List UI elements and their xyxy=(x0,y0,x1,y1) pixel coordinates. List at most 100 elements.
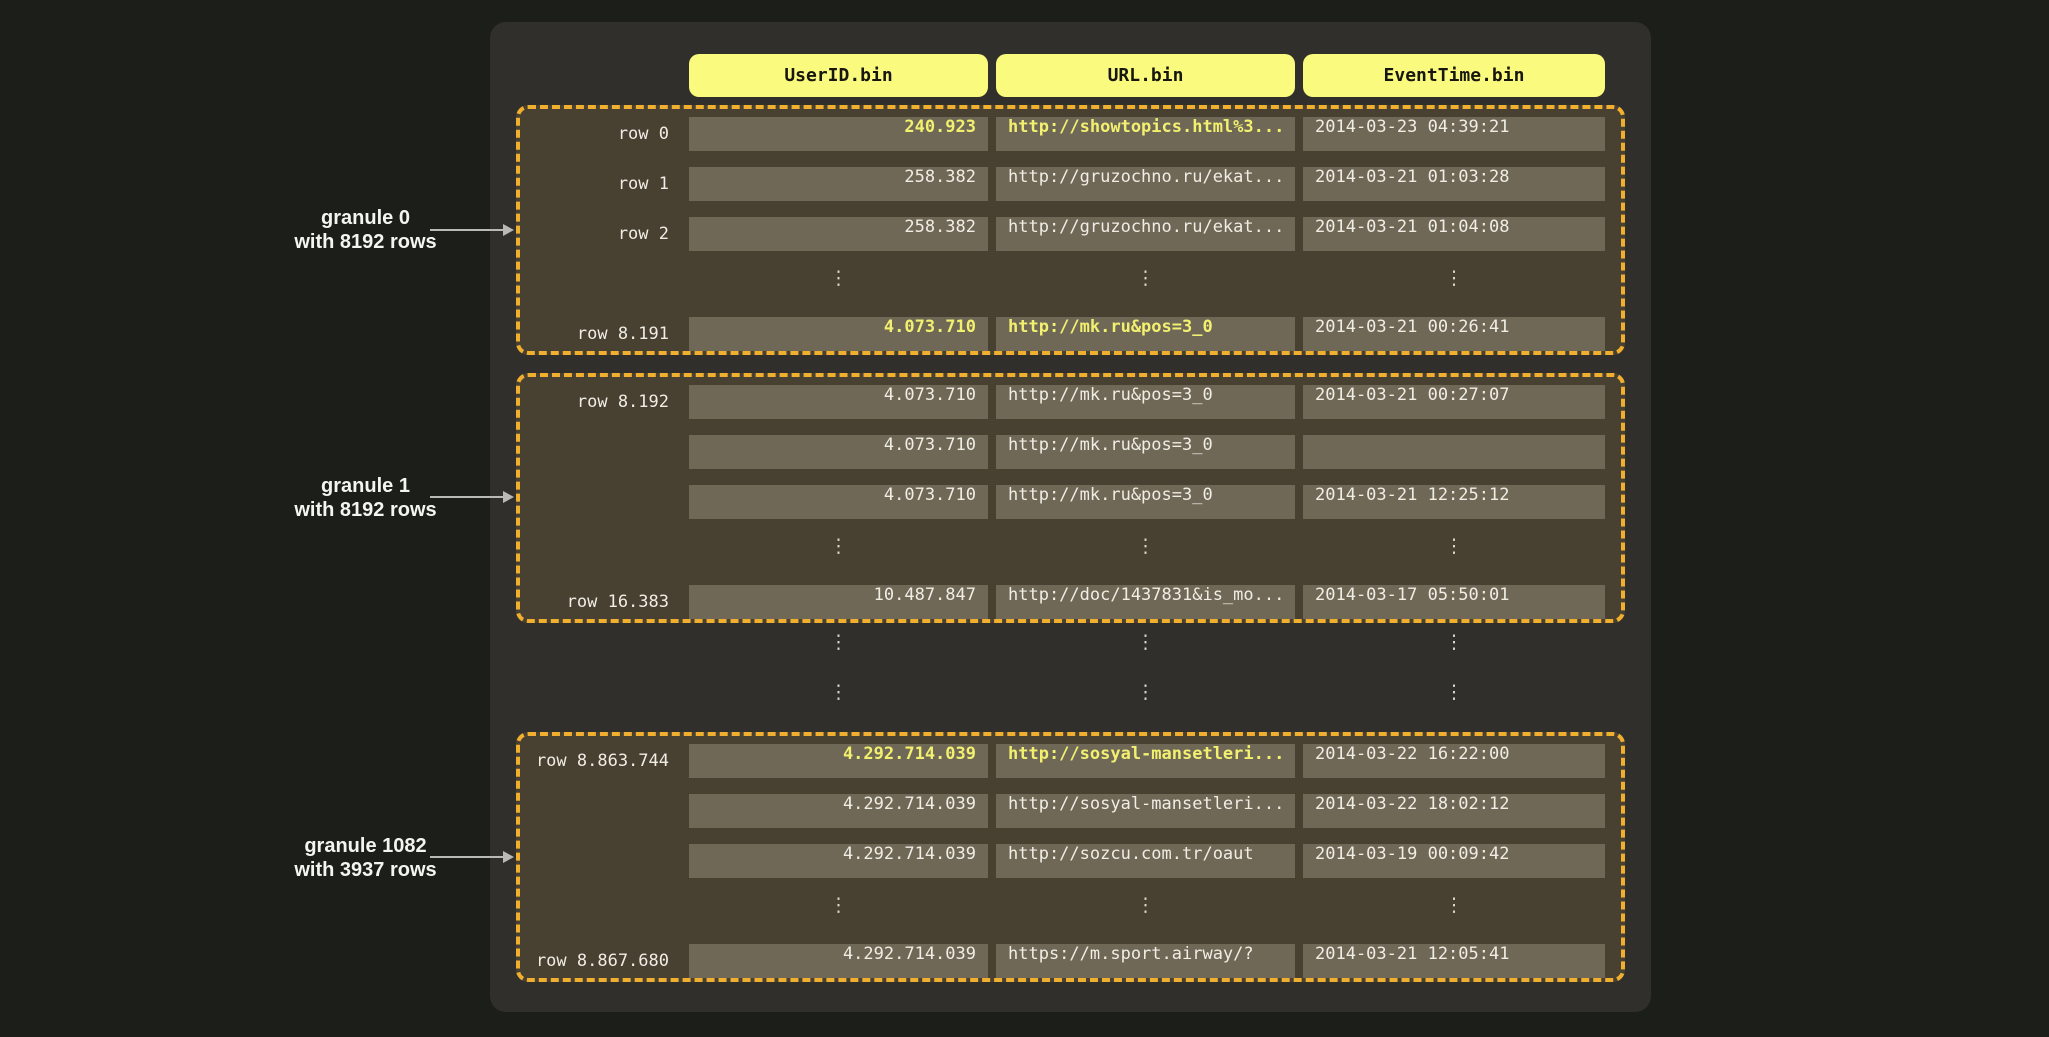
table-row: row 8.1914.073.710http://mk.ru&pos=3_020… xyxy=(520,317,1621,351)
row-label: row 1 xyxy=(520,167,689,201)
row-label-spacer xyxy=(520,894,689,928)
table-row: row 8.867.6804.292.714.039https://m.spor… xyxy=(520,944,1621,978)
row-label: row 8.192 xyxy=(520,385,689,419)
url-cell: http://gruzochno.ru/ekat... xyxy=(996,217,1295,251)
row-label: row 8.191 xyxy=(520,317,689,351)
table-row: 4.292.714.039http://sosyal-mansetleri...… xyxy=(520,794,1621,828)
arrow-head xyxy=(503,224,514,236)
url-cell: http://showtopics.html%3... xyxy=(996,117,1295,151)
userid-ellipsis-icon: ⋮ xyxy=(689,894,988,928)
url-cell: http://sosyal-mansetleri... xyxy=(996,794,1295,828)
eventtime-cell: 2014-03-22 18:02:12 xyxy=(1303,794,1605,828)
ellipsis-row-granule-0: ⋮⋮⋮ xyxy=(520,267,1621,301)
eventtime-cell: 2014-03-23 04:39:21 xyxy=(1303,117,1605,151)
eventtime-cell: 2014-03-21 00:26:41 xyxy=(1303,317,1605,351)
userid-cell: 4.073.710 xyxy=(689,435,988,469)
userid-ellipsis-icon: ⋮ xyxy=(689,267,988,301)
granule-box-1: row 8.1924.073.710http://mk.ru&pos=3_020… xyxy=(516,373,1625,623)
url-ellipsis-icon: ⋮ xyxy=(996,631,1295,665)
table-row: row 0240.923http://showtopics.html%3...2… xyxy=(520,117,1621,151)
row-label-spacer xyxy=(520,631,689,665)
userid-cell: 4.292.714.039 xyxy=(689,944,988,978)
arrow-right-icon xyxy=(430,850,514,864)
ellipsis-row-between-0: ⋮⋮⋮ xyxy=(520,631,1605,665)
url-cell: http://mk.ru&pos=3_0 xyxy=(996,435,1295,469)
userid-cell: 4.292.714.039 xyxy=(689,844,988,878)
data-part-panel: UserID.bin URL.bin EventTime.bin row 024… xyxy=(490,22,1651,1012)
table-row: row 8.863.7444.292.714.039http://sosyal-… xyxy=(520,744,1621,778)
eventtime-cell: 2014-03-21 12:05:41 xyxy=(1303,944,1605,978)
row-label-spacer xyxy=(520,267,689,301)
url-ellipsis-icon: ⋮ xyxy=(996,535,1295,569)
arrow-head xyxy=(503,851,514,863)
row-label xyxy=(520,485,689,519)
eventtime-ellipsis-icon: ⋮ xyxy=(1303,681,1605,715)
row-label-spacer xyxy=(520,535,689,569)
userid-ellipsis-icon: ⋮ xyxy=(689,681,988,715)
table-row: 4.073.710http://mk.ru&pos=3_02014-03-21 … xyxy=(520,485,1621,519)
arrow-line xyxy=(430,496,503,498)
url-cell: http://sozcu.com.tr/oaut xyxy=(996,844,1295,878)
arrow-head xyxy=(503,491,514,503)
row-label: row 8.863.744 xyxy=(520,744,689,778)
url-ellipsis-icon: ⋮ xyxy=(996,267,1295,301)
eventtime-cell: 2014-03-22 16:22:00 xyxy=(1303,744,1605,778)
url-cell: http://gruzochno.ru/ekat... xyxy=(996,167,1295,201)
row-label: row 2 xyxy=(520,217,689,251)
table-row: 4.073.710http://mk.ru&pos=3_0 xyxy=(520,435,1621,469)
granules-diagram: UserID.bin URL.bin EventTime.bin row 024… xyxy=(0,0,2049,1037)
row-label xyxy=(520,794,689,828)
column-header-eventtime-bin: EventTime.bin xyxy=(1303,54,1605,97)
url-cell: http://mk.ru&pos=3_0 xyxy=(996,485,1295,519)
eventtime-cell: 2014-03-19 00:09:42 xyxy=(1303,844,1605,878)
url-ellipsis-icon: ⋮ xyxy=(996,894,1295,928)
eventtime-ellipsis-icon: ⋮ xyxy=(1303,631,1605,665)
url-cell: http://doc/1437831&is_mo... xyxy=(996,585,1295,619)
row-label-spacer xyxy=(520,681,689,715)
userid-cell: 4.292.714.039 xyxy=(689,744,988,778)
userid-ellipsis-icon: ⋮ xyxy=(689,535,988,569)
table-row: row 1258.382http://gruzochno.ru/ekat...2… xyxy=(520,167,1621,201)
url-cell: http://mk.ru&pos=3_0 xyxy=(996,385,1295,419)
row-label: row 16.383 xyxy=(520,585,689,619)
arrow-line xyxy=(430,229,503,231)
userid-cell: 4.292.714.039 xyxy=(689,794,988,828)
row-label: row 0 xyxy=(520,117,689,151)
eventtime-cell: 2014-03-21 00:27:07 xyxy=(1303,385,1605,419)
userid-cell: 258.382 xyxy=(689,217,988,251)
userid-cell: 10.487.847 xyxy=(689,585,988,619)
userid-cell: 4.073.710 xyxy=(689,385,988,419)
userid-cell: 258.382 xyxy=(689,167,988,201)
eventtime-ellipsis-icon: ⋮ xyxy=(1303,535,1605,569)
arrow-right-icon xyxy=(430,490,514,504)
ellipsis-row-granule-1: ⋮⋮⋮ xyxy=(520,535,1621,569)
granule-box-2: row 8.863.7444.292.714.039http://sosyal-… xyxy=(516,732,1625,982)
column-header-userid-bin: UserID.bin xyxy=(689,54,988,97)
ellipsis-row-between-1: ⋮⋮⋮ xyxy=(520,681,1605,715)
url-cell: http://sosyal-mansetleri... xyxy=(996,744,1295,778)
userid-cell: 240.923 xyxy=(689,117,988,151)
eventtime-cell: 2014-03-21 12:25:12 xyxy=(1303,485,1605,519)
row-label xyxy=(520,844,689,878)
eventtime-ellipsis-icon: ⋮ xyxy=(1303,267,1605,301)
table-row: 4.292.714.039http://sozcu.com.tr/oaut201… xyxy=(520,844,1621,878)
eventtime-cell: 2014-03-17 05:50:01 xyxy=(1303,585,1605,619)
table-row: row 2258.382http://gruzochno.ru/ekat...2… xyxy=(520,217,1621,251)
url-ellipsis-icon: ⋮ xyxy=(996,681,1295,715)
userid-cell: 4.073.710 xyxy=(689,317,988,351)
userid-ellipsis-icon: ⋮ xyxy=(689,631,988,665)
url-cell: http://mk.ru&pos=3_0 xyxy=(996,317,1295,351)
table-row: row 16.38310.487.847http://doc/1437831&i… xyxy=(520,585,1621,619)
eventtime-cell: 2014-03-21 01:03:28 xyxy=(1303,167,1605,201)
table-row: row 8.1924.073.710http://mk.ru&pos=3_020… xyxy=(520,385,1621,419)
userid-cell: 4.073.710 xyxy=(689,485,988,519)
eventtime-cell: 2014-03-21 01:04:08 xyxy=(1303,217,1605,251)
row-label: row 8.867.680 xyxy=(520,944,689,978)
url-cell: https://m.sport.airway/? xyxy=(996,944,1295,978)
arrow-right-icon xyxy=(430,223,514,237)
eventtime-cell xyxy=(1303,435,1605,469)
ellipsis-row-granule-2: ⋮⋮⋮ xyxy=(520,894,1621,928)
granule-box-0: row 0240.923http://showtopics.html%3...2… xyxy=(516,105,1625,355)
eventtime-ellipsis-icon: ⋮ xyxy=(1303,894,1605,928)
column-header-url-bin: URL.bin xyxy=(996,54,1295,97)
